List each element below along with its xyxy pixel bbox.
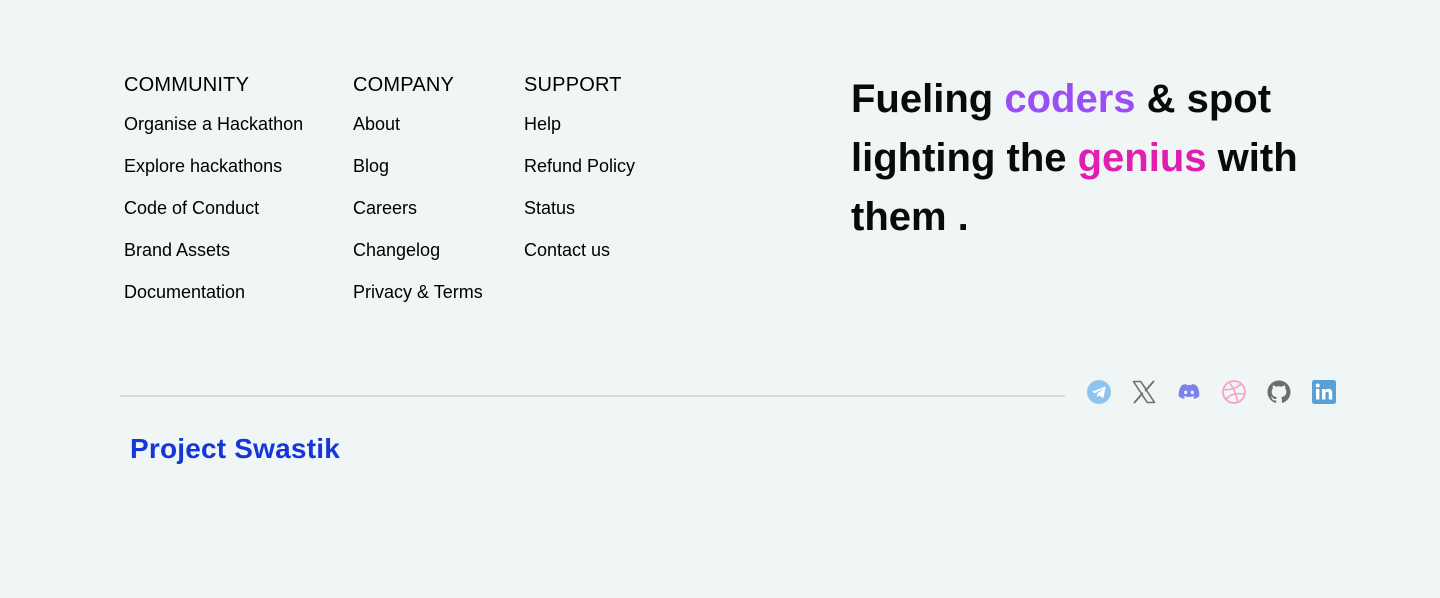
link-organise-hackathon[interactable]: Organise a Hackathon	[124, 112, 303, 154]
link-blog[interactable]: Blog	[353, 154, 483, 196]
telegram-link[interactable]	[1086, 379, 1112, 405]
linkedin-icon	[1312, 380, 1336, 404]
link-documentation[interactable]: Documentation	[124, 280, 303, 322]
link-privacy-terms[interactable]: Privacy & Terms	[353, 280, 483, 322]
brand-name[interactable]: Project Swastik	[130, 433, 340, 465]
footer-divider	[120, 395, 1065, 397]
column-heading-company: COMPANY	[353, 74, 455, 96]
discord-icon	[1178, 384, 1200, 399]
column-heading-community: COMMUNITY	[124, 74, 250, 96]
tagline-highlight-coders: coders	[1004, 77, 1136, 121]
footer-column-community: COMMUNITY Organise a Hackathon Explore h…	[124, 72, 303, 322]
link-changelog[interactable]: Changelog	[353, 238, 483, 280]
dribbble-link[interactable]	[1221, 379, 1247, 405]
telegram-icon	[1087, 380, 1111, 404]
link-about[interactable]: About	[353, 112, 483, 154]
x-icon	[1132, 380, 1156, 404]
github-link[interactable]	[1266, 379, 1292, 405]
link-status[interactable]: Status	[524, 196, 635, 238]
linkedin-link[interactable]	[1311, 379, 1337, 405]
github-icon	[1267, 380, 1291, 403]
link-list-company: About Blog Careers Changelog Privacy & T…	[353, 112, 483, 322]
link-careers[interactable]: Careers	[353, 196, 483, 238]
link-help[interactable]: Help	[524, 112, 635, 154]
link-brand-assets[interactable]: Brand Assets	[124, 238, 303, 280]
link-explore-hackathons[interactable]: Explore hackathons	[124, 154, 303, 196]
tagline-highlight-genius: genius	[1077, 136, 1207, 180]
tagline-text-1: Fueling	[851, 77, 1005, 121]
link-contact-us[interactable]: Contact us	[524, 238, 635, 280]
dribbble-icon	[1222, 380, 1246, 404]
link-list-support: Help Refund Policy Status Contact us	[524, 112, 635, 280]
footer-tagline: Fueling coders & spot lighting the geniu…	[851, 70, 1351, 247]
discord-link[interactable]	[1176, 379, 1202, 405]
site-footer: COMMUNITY Organise a Hackathon Explore h…	[0, 0, 1440, 598]
social-links	[1086, 379, 1337, 405]
link-list-community: Organise a Hackathon Explore hackathons …	[124, 112, 303, 322]
column-heading-support: SUPPORT	[524, 74, 622, 96]
link-refund-policy[interactable]: Refund Policy	[524, 154, 635, 196]
x-link[interactable]	[1131, 379, 1157, 405]
footer-column-company: COMPANY About Blog Careers Changelog Pri…	[353, 72, 483, 322]
link-code-of-conduct[interactable]: Code of Conduct	[124, 196, 303, 238]
footer-column-support: SUPPORT Help Refund Policy Status Contac…	[524, 72, 635, 280]
